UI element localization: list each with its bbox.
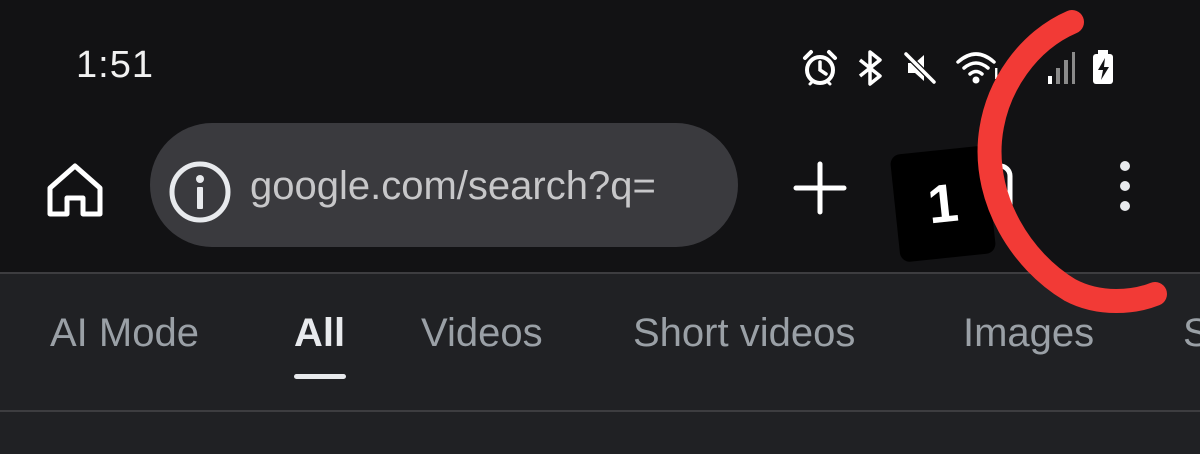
- results-area: [0, 412, 1200, 454]
- tab-count-badge: 1: [889, 145, 997, 263]
- tab-images[interactable]: Images: [963, 311, 1094, 356]
- battery-icon: [1093, 50, 1113, 84]
- tab-videos[interactable]: Videos: [421, 311, 543, 356]
- more-vert-icon[interactable]: [1108, 154, 1142, 218]
- bluetooth-icon: [858, 50, 882, 86]
- tab-partial[interactable]: S: [1183, 311, 1200, 356]
- status-time: 1:51: [76, 44, 154, 86]
- lte-label: LTE: [994, 66, 1024, 83]
- active-tab-indicator: [294, 374, 346, 379]
- alarm-icon: [803, 50, 837, 86]
- address-bar-url[interactable]: google.com/search?q=: [250, 164, 720, 209]
- wifi-lte-group: LTE: [954, 48, 1032, 88]
- tab-ai-mode[interactable]: AI Mode: [50, 311, 199, 356]
- tab-all[interactable]: All: [294, 311, 345, 356]
- home-icon[interactable]: [44, 162, 106, 218]
- tab-short-videos[interactable]: Short videos: [633, 311, 855, 356]
- wifi-icon: [956, 52, 996, 84]
- signal-icon: [1048, 52, 1075, 84]
- mute-icon: [903, 51, 937, 85]
- plus-icon[interactable]: [792, 160, 848, 216]
- status-icons: LTE: [800, 46, 1116, 90]
- info-icon[interactable]: [168, 160, 232, 224]
- status-bar: 1:51 LTE: [0, 0, 1200, 120]
